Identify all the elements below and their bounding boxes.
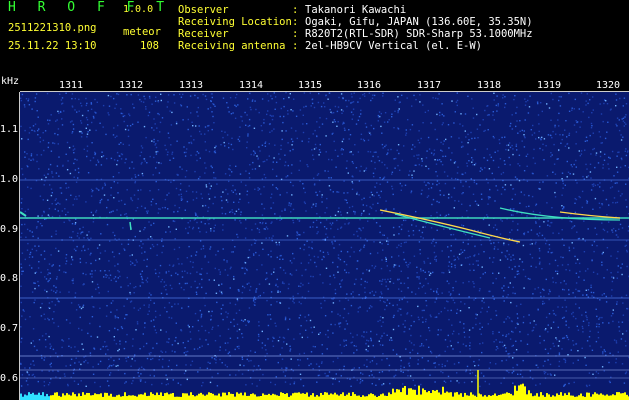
x-tick-label: 1316: [357, 80, 382, 91]
y-tick-label: 0.8: [0, 273, 19, 284]
x-tick-label: 1312: [119, 80, 144, 91]
baseline-intensity: [20, 383, 629, 400]
app-version: 1.0.0: [123, 4, 154, 15]
meteor-trail: [129, 221, 132, 231]
x-tick-label: 1317: [417, 80, 442, 91]
x-tick-label: 1314: [239, 80, 264, 91]
y-tick-label: 0.9: [0, 224, 19, 235]
meta-key-observer: Observer: [178, 4, 229, 16]
x-tick-label: 1315: [298, 80, 323, 91]
meta-separator: :: [292, 16, 299, 28]
meteor-trail: [20, 211, 27, 217]
y-axis-unit-label: kHz: [1, 76, 20, 87]
y-tick-label: 0.7: [0, 323, 19, 334]
meteor-trail: [379, 209, 521, 243]
meta-key-location: Receiving Location: [178, 16, 292, 28]
spectrogram-canvas: [20, 92, 629, 400]
meta-separator: :: [292, 4, 299, 16]
spectrogram-panel: [20, 92, 629, 400]
y-tick-label: 1.0: [0, 174, 19, 185]
x-tick-label: 1319: [537, 80, 562, 91]
x-tick-label: 1311: [59, 80, 84, 91]
meta-value-antenna: 2el-HB9CV Vertical (el. E-W): [305, 40, 483, 52]
y-tick-label: 1.1: [0, 124, 19, 135]
meta-key-receiver: Receiver: [178, 28, 229, 40]
y-tick-label: 0.6: [0, 373, 19, 384]
x-tick-label: 1313: [179, 80, 204, 91]
meta-key-antenna: Receiving antenna: [178, 40, 286, 52]
meta-value-location: Ogaki, Gifu, JAPAN (136.60E, 35.35N): [305, 16, 533, 28]
event-type: meteor: [123, 26, 161, 38]
x-tick-label: 1320: [596, 80, 621, 91]
meta-separator: :: [292, 40, 299, 52]
meta-separator: :: [292, 28, 299, 40]
x-tick-label: 1318: [477, 80, 502, 91]
event-count: 108: [140, 40, 159, 52]
image-filename: 2511221310.png: [8, 22, 97, 34]
meta-value-observer: Takanori Kawachi: [305, 4, 407, 16]
meta-value-receiver: R820T2(RTL-SDR) SDR-Sharp 53.1000MHz: [305, 28, 533, 40]
capture-datetime: 25.11.22 13:10: [8, 40, 97, 52]
